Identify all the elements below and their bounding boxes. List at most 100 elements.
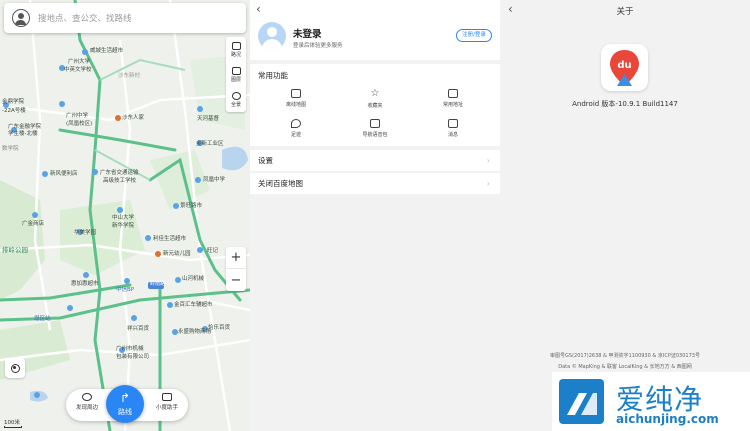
map-label: 山河机械	[182, 276, 205, 282]
zoom-out-button[interactable]: −	[226, 269, 246, 291]
map-label: 惠加惠超市	[71, 281, 99, 287]
baidu-map-logo: du	[601, 44, 648, 91]
map-label: 高级技工学校	[103, 178, 137, 184]
zoom-control: + −	[226, 247, 246, 291]
data-source-text: Data © MapKing & 联客 LocalKing & 长地万方 & 西…	[558, 364, 692, 370]
map-label: -22A号楼	[2, 108, 26, 114]
profile-avatar[interactable]	[258, 22, 286, 50]
settings-row[interactable]: 设置 ›	[250, 150, 500, 171]
layers-icon	[231, 66, 241, 75]
svg-text:du: du	[617, 60, 631, 71]
home-icon	[448, 89, 458, 98]
messages-item[interactable]: 消息	[423, 119, 483, 138]
map-label: 金新工业区	[196, 141, 224, 147]
layers-toggle[interactable]: 图层	[226, 62, 246, 87]
scale-bar	[4, 426, 22, 428]
map-pin-icon: du	[610, 50, 639, 86]
common-address-label: 常用地址	[442, 102, 463, 108]
map-label: 中英文学校	[64, 67, 92, 73]
map-label: 广州市机械	[116, 346, 144, 352]
map-label: 排岭公园	[2, 246, 28, 254]
chevron-right-icon: ›	[486, 156, 490, 165]
approval-text: 审图号GS(2017)2638 & 甲测资字1100930 & 京ICP证030…	[550, 353, 700, 359]
route-button[interactable]: 路线	[106, 385, 144, 423]
map-label: 中信BP	[116, 287, 135, 293]
map-label: 数学院	[2, 146, 19, 152]
layers-label: 图层	[230, 76, 241, 83]
favorites-item[interactable]: ☆ 收藏夹	[345, 88, 405, 110]
about-screen: ‹ 关于 du Android 版本-10.9.1 Build1147 审图号G…	[500, 0, 750, 431]
panorama-icon	[231, 91, 241, 100]
map-label: 金鼎学院	[2, 99, 25, 105]
assistant-icon	[162, 393, 172, 401]
map-label: 广金商店	[22, 221, 45, 227]
bottom-bar: 发现周边 路线 小度助手	[66, 385, 188, 423]
login-button[interactable]: 注册/登录	[456, 29, 492, 42]
map-tools: 路况 图层 全景	[226, 37, 246, 112]
map-label: 永盛购物商场	[178, 329, 212, 335]
star-icon: ☆	[370, 88, 380, 99]
map-label: 新风便利店	[50, 171, 78, 177]
traffic-label: 路况	[230, 51, 241, 58]
footprint-item[interactable]: 足迹	[266, 119, 326, 138]
map-label: 新元幼儿园	[163, 251, 191, 257]
messages-label: 消息	[447, 132, 458, 138]
map-label: 广州大学	[68, 59, 91, 65]
map-label: 华美学园	[74, 230, 97, 236]
scale-label: 100米	[4, 420, 20, 426]
offline-map-label: 离线地图	[285, 102, 306, 108]
map-label: 广东省交通运输	[100, 170, 139, 176]
map-label: 金百汇车辅超市	[174, 302, 213, 308]
download-icon	[291, 89, 301, 98]
traffic-toggle[interactable]: 路况	[226, 37, 246, 62]
map-label: 利佳生活超市	[153, 236, 187, 242]
discover-nearby-label: 发现周边	[75, 405, 98, 411]
user-avatar-icon[interactable]	[12, 9, 30, 27]
voice-pack-item[interactable]: 导航语音包	[345, 119, 405, 138]
map-label: 广东金融学院	[8, 124, 42, 130]
settings-label: 设置	[258, 156, 273, 165]
map-screen: 威城生活超市 广州大学 中英文学校 沙东新村 金鼎学院 -22A号楼 广东金融学…	[0, 0, 250, 431]
traffic-icon	[231, 41, 241, 50]
map-label: 广州中学	[66, 113, 89, 119]
common-address-item[interactable]: 常用地址	[423, 89, 483, 108]
voice-icon	[370, 119, 380, 128]
map-label: 沙东人家	[122, 115, 145, 121]
zoom-in-button[interactable]: +	[226, 247, 246, 269]
watermark-url: aichunjing.com	[616, 412, 719, 426]
chevron-right-icon: ›	[486, 179, 490, 188]
watermark: 爱纯净 aichunjing.com	[552, 372, 750, 431]
map-label: 景旺路市	[180, 203, 203, 209]
map-label: 恰乐百货	[208, 325, 231, 331]
watermark-logo	[559, 379, 604, 424]
locate-button[interactable]	[5, 358, 25, 378]
footprint-icon	[291, 119, 301, 128]
close-app-label: 关闭百度地图	[258, 179, 303, 188]
panorama-toggle[interactable]: 全景	[226, 87, 246, 112]
search-input[interactable]: 搜地点、查公交、找路线	[38, 12, 132, 24]
profile-subtitle: 登录后体验更多服务	[293, 43, 343, 49]
version-label: Android 版本-10.9.1 Build1147	[572, 100, 678, 108]
profile-header: ‹ 未登录 登录后体验更多服务 注册/登录	[250, 0, 500, 60]
close-app-row[interactable]: 关闭百度地图 ›	[250, 173, 500, 194]
map-label: 增区站	[34, 316, 51, 322]
discover-nearby-button[interactable]: 发现周边	[70, 393, 104, 411]
back-button[interactable]: ‹	[256, 2, 261, 16]
map-label: 新华学院	[112, 223, 135, 229]
offline-map-item[interactable]: 离线地图	[266, 89, 326, 108]
search-bar[interactable]: 搜地点、查公交、找路线	[4, 3, 246, 33]
map-label: 天河基督	[197, 116, 220, 122]
page-title: 关于	[616, 7, 634, 17]
footprint-label: 足迹	[290, 132, 301, 138]
locate-icon	[10, 363, 20, 373]
assistant-label: 小度助手	[155, 405, 178, 411]
common-functions: 常用功能 离线地图 ☆ 收藏夹 常用地址 足迹 导航语音包 消息	[250, 64, 500, 146]
favorites-label: 收藏夹	[367, 103, 383, 109]
route-label: 路线	[118, 408, 132, 416]
map-label: 包装有限公司	[116, 354, 150, 360]
map-label: 学主楼-北楼	[8, 131, 38, 137]
profile-title[interactable]: 未登录	[293, 26, 322, 40]
message-icon	[448, 119, 458, 128]
panorama-label: 全景	[230, 101, 241, 108]
assistant-button[interactable]: 小度助手	[150, 393, 184, 411]
